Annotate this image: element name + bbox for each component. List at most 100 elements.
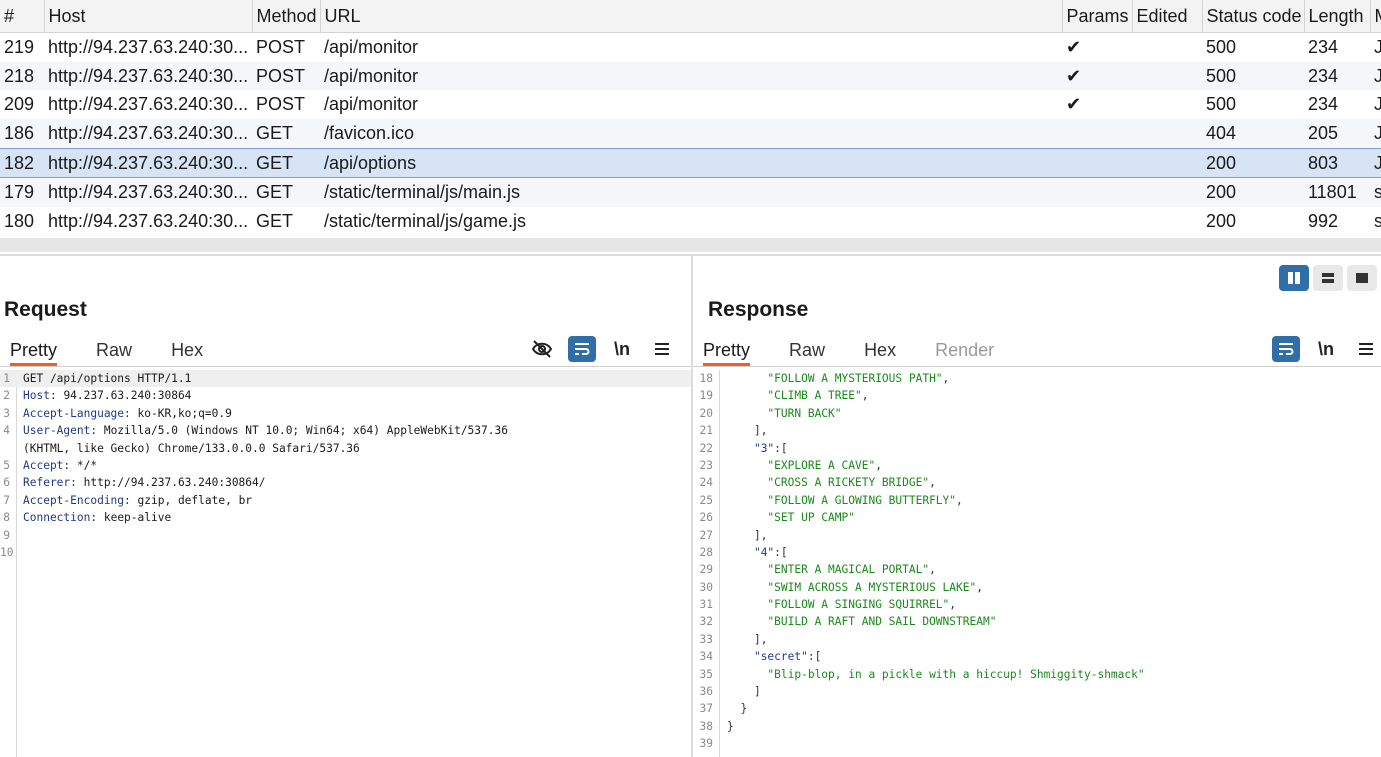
line-text: Accept-Encoding: gzip, deflate, br: [23, 492, 252, 509]
request-tab-pretty[interactable]: Pretty: [10, 336, 58, 366]
cell-num: 219: [0, 32, 44, 62]
wrap-lines-icon[interactable]: [1272, 336, 1300, 362]
header-value: */*: [70, 458, 98, 472]
table-row[interactable]: 219 http://94.237.63.240:30... POST/api/mo…: [0, 32, 1381, 62]
col-header-host[interactable]: Host: [44, 0, 253, 33]
request-tab-hex[interactable]: Hex: [171, 336, 203, 361]
cell-mime: J: [1370, 147, 1381, 179]
history-horizontal-scrollbar[interactable]: [0, 238, 1381, 252]
line-text: GET /api/options HTTP/1.1: [23, 370, 191, 387]
cell-edited: [1132, 147, 1202, 179]
newline-toggle[interactable]: \n: [608, 336, 636, 362]
cell-status: 500: [1202, 61, 1304, 91]
col-header-edited[interactable]: Edited: [1132, 0, 1203, 33]
cell-host: http://94.237.63.240:30...: [44, 32, 252, 62]
history-grid: # Host Method URL Params Edited Status c…: [0, 0, 1381, 236]
line-number: 9: [3, 528, 10, 542]
hamburger-menu-icon[interactable]: [648, 336, 676, 362]
line-text: "FOLLOW A SINGING SQUIRREL",: [727, 596, 956, 613]
line-number: 19: [699, 389, 713, 403]
header-value: GET /api/options HTTP/1.1: [23, 372, 192, 385]
header-value: (KHTML, like Gecko) Chrome/133.0.0.0 Saf…: [23, 441, 360, 455]
cell-edited: [1132, 177, 1202, 208]
cell-url: /api/monitor: [320, 32, 1062, 62]
line-text: "Blip-blop, in a pickle with a hiccup! S…: [727, 666, 1144, 683]
code-line: 4 User-Agent: Mozilla/5.0 (Windows NT 10.…: [0, 422, 691, 439]
col-header-num[interactable]: #: [0, 0, 45, 33]
col-header-url[interactable]: URL: [320, 0, 1063, 33]
request-editor[interactable]: 1 GET /api/options HTTP/1.1 2 Host: 94.237.…: [0, 370, 691, 757]
cell-host: http://94.237.63.240:30...: [44, 90, 252, 120]
cell-method: POST: [252, 90, 320, 120]
line-text: Accept-Language: ko-KR,ko;q=0.9: [23, 405, 232, 422]
table-row[interactable]: 186 http://94.237.63.240:30... GET/favicon…: [0, 119, 1381, 149]
line-text: (KHTML, like Gecko) Chrome/133.0.0.0 Saf…: [23, 440, 360, 457]
table-row[interactable]: 182 http://94.237.63.240:30... GET/api/opt…: [0, 147, 1381, 179]
eye-slash-icon[interactable]: [528, 336, 556, 362]
table-row[interactable]: 218 http://94.237.63.240:30... POST/api/mo…: [0, 61, 1381, 91]
header-name: Accept-Encoding: [23, 493, 125, 507]
cell-method: GET: [252, 119, 320, 149]
line-text: ],: [727, 422, 767, 439]
col-header-method[interactable]: Method: [252, 0, 321, 33]
line-number: 22: [699, 441, 713, 455]
col-header-length[interactable]: Length: [1304, 0, 1371, 33]
line-text: "SET UP CAMP": [727, 509, 855, 526]
response-tab-raw[interactable]: Raw: [789, 336, 825, 361]
header-colon: :: [70, 476, 77, 490]
request-title: Request: [4, 298, 87, 321]
newline-toggle[interactable]: \n: [1312, 336, 1340, 362]
header-value: ko-KR,ko;q=0.9: [130, 406, 232, 420]
table-row[interactable]: 180 http://94.237.63.240:30... GET/static/…: [0, 207, 1381, 236]
request-tab-raw[interactable]: Raw: [96, 336, 132, 361]
table-row[interactable]: 209 http://94.237.63.240:30... POST/api/mo…: [0, 90, 1381, 120]
cell-length: 803: [1304, 147, 1370, 179]
line-number: 28: [699, 545, 713, 559]
code-line: 7 Accept-Encoding: gzip, deflate, br: [0, 492, 691, 509]
col-header-mime[interactable]: M: [1370, 0, 1381, 33]
line-number: 5: [3, 458, 10, 472]
table-row[interactable]: 179 http://94.237.63.240:30... GET/static/…: [0, 177, 1381, 208]
json-punct: }: [727, 719, 734, 733]
json-punct: ],: [753, 632, 768, 646]
cell-method: GET: [252, 177, 320, 208]
line-number: 6: [3, 476, 10, 490]
code-line: 10: [0, 544, 691, 561]
line-text: "FOLLOW A GLOWING BUTTERFLY",: [727, 492, 962, 509]
cell-url: /api/monitor: [320, 90, 1062, 120]
code-line: 38}: [693, 718, 1381, 735]
cell-status: 200: [1202, 207, 1304, 236]
line-number: 27: [699, 528, 713, 542]
response-tab-hex[interactable]: Hex: [864, 336, 896, 361]
response-tab-render[interactable]: Render: [935, 336, 994, 361]
line-text: ],: [727, 527, 767, 544]
response-tab-pretty[interactable]: Pretty: [703, 336, 751, 366]
line-text: User-Agent: Mozilla/5.0 (Windows NT 10.0…: [23, 422, 508, 439]
line-number: 4: [3, 424, 10, 438]
cell-host: http://94.237.63.240:30...: [44, 61, 252, 91]
line-number: 23: [699, 458, 713, 472]
line-text: "ENTER A MAGICAL PORTAL",: [727, 561, 935, 578]
line-number: 26: [699, 511, 713, 525]
hamburger-menu-icon[interactable]: [1352, 336, 1380, 362]
code-line: 22 "3":[: [693, 440, 1381, 457]
line-number: 3: [3, 406, 10, 420]
cell-length: 234: [1304, 61, 1370, 91]
col-header-status[interactable]: Status code: [1202, 0, 1305, 33]
response-editor[interactable]: 18 "FOLLOW A MYSTERIOUS PATH", 19 "CLIMB …: [693, 370, 1381, 757]
json-punct: :[: [774, 441, 788, 455]
code-line: 34 "secret":[: [693, 648, 1381, 665]
code-line: 31 "FOLLOW A SINGING SQUIRREL",: [693, 596, 1381, 613]
cell-params: [1062, 207, 1132, 236]
col-header-params[interactable]: Params: [1062, 0, 1133, 33]
cell-mime: s: [1370, 177, 1381, 208]
line-text: }: [727, 718, 734, 735]
cell-edited: [1132, 207, 1202, 236]
wrap-lines-icon[interactable]: [568, 336, 596, 362]
request-pane: Request Pretty Raw Hex \n 1 GET /api/opti…: [0, 256, 691, 757]
